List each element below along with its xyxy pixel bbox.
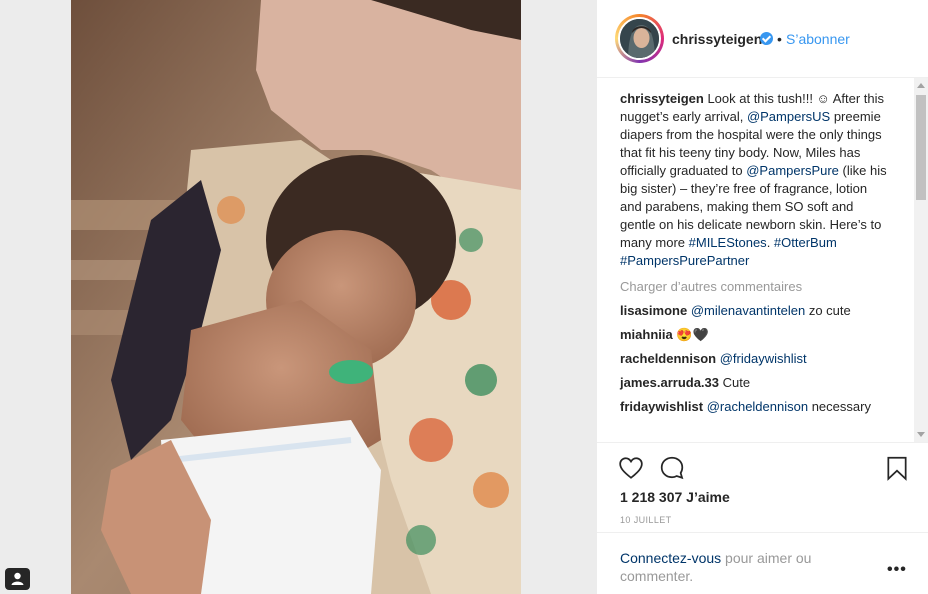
caption-hashtag-otterbum[interactable]: #OtterBum [774,235,837,250]
comment-icon[interactable] [659,455,685,481]
caption-username[interactable]: chrissyteigen [620,91,704,106]
comment-row: racheldennison @fridaywishlist [620,350,910,368]
likes-count[interactable]: 1 218 307 J’aime [620,489,730,505]
profile-icon[interactable] [5,568,30,590]
post-date[interactable]: 10 JUILLET [620,515,672,525]
comment-mention[interactable]: @fridaywishlist [720,351,807,366]
post-header: chrissyteigen • S’abonner [597,0,928,78]
post-footer: Connectez-vous pour aimer ou commenter. … [597,532,928,594]
follow-button[interactable]: S’abonner [786,31,850,47]
comment-username[interactable]: fridaywishlist [620,399,703,414]
caption: chrissyteigen Look at this tush!!! ☺ Aft… [620,90,892,270]
more-options-button[interactable]: ••• [887,561,907,579]
load-more-comments[interactable]: Charger d’autres commentaires [620,278,910,296]
caption-hashtag-milestones[interactable]: #MILEStones [689,235,767,250]
header-username[interactable]: chrissyteigen [672,31,762,47]
comment-text: Cute [719,375,751,390]
avatar-image [618,17,661,60]
avatar[interactable] [615,14,664,63]
comment-username[interactable]: miahniia [620,327,673,342]
post-actions: 1 218 307 J’aime 10 JUILLET [597,442,928,532]
scroll-down-arrow-icon[interactable] [917,432,925,437]
comment-row: fridaywishlist @racheldennison necessary [620,398,910,416]
scrollbar-thumb[interactable] [916,95,926,200]
comment-username[interactable]: lisasimone [620,303,687,318]
post-photo[interactable] [71,0,521,594]
comment-row: james.arruda.33 Cute [620,374,910,392]
comment-row: lisasimone @milenavantintelen zo cute [620,302,910,320]
comments-section: chrissyteigen Look at this tush!!! ☺ Aft… [620,90,910,440]
login-prompt: Connectez-vous pour aimer ou commenter. [620,549,840,585]
caption-hashtag-pamperspurepartner[interactable]: #PampersPurePartner [620,253,749,268]
comment-row: miahniia 😍🖤 [620,326,910,344]
header-separator: • [777,31,782,47]
heart-icon[interactable] [618,455,644,481]
caption-text-4: . [766,235,774,250]
comment-mention[interactable]: @racheldennison [707,399,808,414]
comment-username[interactable]: racheldennison [620,351,716,366]
comment-text: necessary [808,399,871,414]
caption-mention-pamperspure[interactable]: @PampersPure [746,163,839,178]
comment-username[interactable]: james.arruda.33 [620,375,719,390]
post-panel: chrissyteigen • S’abonner chrissyteigen … [597,0,928,594]
comment-mention[interactable]: @milenavantintelen [691,303,805,318]
scroll-up-arrow-icon[interactable] [917,83,925,88]
caption-mention-pampersus[interactable]: @PampersUS [747,109,830,124]
verified-badge-icon [760,32,773,45]
comment-text: 😍🖤 [672,327,709,342]
comments-scrollbar[interactable] [914,78,928,442]
comment-text: zo cute [805,303,851,318]
login-link[interactable]: Connectez-vous [620,550,721,566]
bookmark-icon[interactable] [884,455,910,481]
